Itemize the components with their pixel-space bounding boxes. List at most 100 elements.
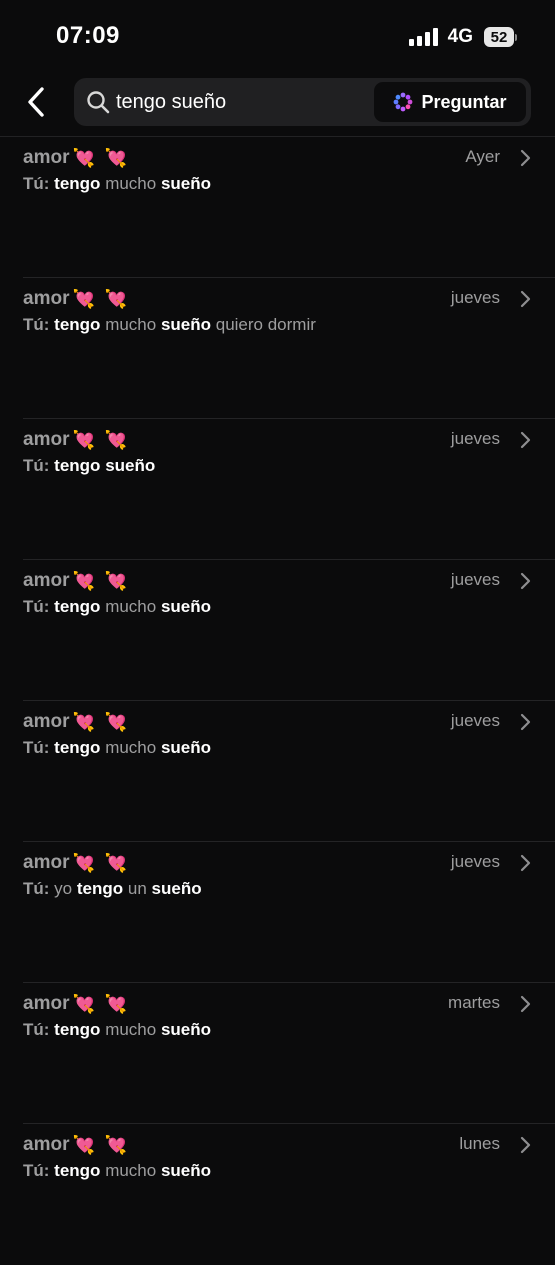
network-type: 4G: [447, 26, 473, 47]
contact-name: amor: [23, 288, 70, 309]
highlighted-match: tengo: [54, 738, 101, 757]
message-preview: Tú: yo tengo un sueño: [23, 878, 503, 900]
heart-emoji-icon: 💘 💘: [72, 993, 130, 1015]
result-date: lunes: [459, 1134, 500, 1153]
battery-level: 52: [484, 27, 514, 47]
message-text: quiero dormir: [215, 315, 316, 334]
chevron-right-icon: [520, 149, 531, 167]
search-input[interactable]: [116, 87, 366, 117]
status-time: 07:09: [56, 22, 120, 49]
message-sender: Tú:: [23, 738, 50, 757]
search-result-item[interactable]: amor 💘 💘 jueves Tú: tengo mucho sueño quier…: [0, 278, 555, 419]
chevron-right-icon: [520, 713, 531, 731]
heart-emoji-icon: 💘 💘: [72, 288, 130, 310]
message-sender: Tú:: [23, 597, 50, 616]
contact-line: amor 💘 💘: [23, 427, 129, 453]
message-text: mucho: [105, 1020, 157, 1039]
contact-name: amor: [23, 1134, 70, 1155]
highlighted-match: sueño: [160, 597, 212, 616]
result-date: jueves: [450, 570, 500, 589]
message-text: mucho: [105, 174, 157, 193]
search-result-item[interactable]: amor 💘 💘 jueves Tú: yo tengo un sueño: [0, 842, 555, 983]
search-result-item[interactable]: amor 💘 💘 lunes Tú: tengo mucho sueño: [0, 1124, 555, 1265]
heart-emoji-icon: 💘 💘: [72, 429, 130, 451]
highlighted-match: sueño: [105, 456, 156, 475]
message-sender: Tú:: [23, 315, 50, 334]
heart-emoji-icon: 💘 💘: [72, 852, 130, 874]
highlighted-match: sueño: [160, 315, 212, 334]
contact-name: amor: [23, 147, 70, 168]
search-result-item[interactable]: amor 💘 💘 jueves Tú: tengo sueño: [0, 419, 555, 560]
message-text: yo: [54, 879, 73, 898]
heart-emoji-icon: 💘 💘: [72, 1134, 130, 1156]
result-date: jueves: [450, 711, 500, 730]
highlighted-match: tengo: [54, 597, 101, 616]
contact-name: amor: [23, 429, 70, 450]
meta-ai-sparkle-icon: [394, 92, 413, 112]
highlighted-match: tengo: [54, 174, 101, 193]
message-text: mucho: [105, 738, 157, 757]
search-result-item[interactable]: amor 💘 💘 martes Tú: tengo mucho sueño: [0, 983, 555, 1124]
highlighted-match: sueño: [160, 1020, 212, 1039]
search-header: Preguntar: [0, 72, 555, 137]
result-date: Ayer: [465, 147, 500, 166]
contact-name: amor: [23, 711, 70, 732]
search-result-item[interactable]: amor 💘 💘 jueves Tú: tengo mucho sueño: [0, 560, 555, 701]
message-text: mucho: [105, 315, 157, 334]
highlighted-match: tengo: [54, 1161, 101, 1180]
ask-button[interactable]: Preguntar: [374, 82, 526, 122]
search-box[interactable]: Preguntar: [74, 78, 531, 126]
contact-line: amor 💘 💘: [23, 850, 129, 876]
highlighted-match: sueño: [160, 738, 212, 757]
highlighted-match: tengo: [54, 315, 101, 334]
contact-name: amor: [23, 993, 70, 1014]
message-sender: Tú:: [23, 1020, 50, 1039]
message-sender: Tú:: [23, 879, 50, 898]
message-text: mucho: [105, 1161, 157, 1180]
chevron-right-icon: [520, 431, 531, 449]
heart-emoji-icon: 💘 💘: [72, 570, 130, 592]
contact-name: amor: [23, 852, 70, 873]
message-sender: Tú:: [23, 1161, 50, 1180]
highlighted-match: sueño: [151, 879, 202, 898]
chevron-right-icon: [520, 572, 531, 590]
message-text: un: [127, 879, 147, 898]
contact-line: amor 💘 💘: [23, 145, 129, 171]
highlighted-match: tengo: [54, 456, 101, 475]
status-bar: 07:09 4G 52: [0, 0, 555, 72]
chevron-right-icon: [520, 1136, 531, 1154]
ask-label: Preguntar: [421, 91, 507, 112]
highlighted-match: tengo: [76, 879, 124, 898]
chevron-right-icon: [520, 854, 531, 872]
status-indicators: 4G 52: [408, 24, 517, 50]
result-date: jueves: [450, 288, 500, 307]
message-preview: Tú: tengo sueño: [23, 455, 503, 477]
contact-name: amor: [23, 570, 70, 591]
magnifying-glass-icon: [87, 91, 110, 114]
battery-cap: [515, 33, 517, 41]
highlighted-match: sueño: [160, 174, 212, 193]
contact-line: amor 💘 💘: [23, 568, 129, 594]
battery-icon: 52: [484, 27, 517, 47]
cellular-signal-icon: [408, 28, 438, 46]
message-preview: Tú: tengo mucho sueño: [23, 1019, 503, 1041]
contact-line: amor 💘 💘: [23, 286, 129, 312]
search-result-item[interactable]: amor 💘 💘 Ayer Tú: tengo mucho sueño: [0, 137, 555, 278]
contact-line: amor 💘 💘: [23, 991, 129, 1017]
result-date: jueves: [450, 852, 500, 871]
message-preview: Tú: tengo mucho sueño: [23, 737, 503, 759]
result-date: jueves: [450, 429, 500, 448]
chevron-left-icon: [28, 87, 44, 117]
message-preview: Tú: tengo mucho sueño quiero dormir: [23, 314, 503, 336]
chevron-right-icon: [520, 290, 531, 308]
search-result-item[interactable]: amor 💘 💘 jueves Tú: tengo mucho sueño: [0, 701, 555, 842]
heart-emoji-icon: 💘 💘: [72, 147, 130, 169]
heart-emoji-icon: 💘 💘: [72, 711, 130, 733]
search-results-list: amor 💘 💘 Ayer Tú: tengo mucho sueño amor 💘 💘 j…: [0, 137, 555, 1265]
result-date: martes: [448, 993, 500, 1012]
contact-line: amor 💘 💘: [23, 709, 129, 735]
highlighted-match: tengo: [54, 1020, 101, 1039]
back-button[interactable]: [18, 82, 54, 122]
message-preview: Tú: tengo mucho sueño: [23, 596, 503, 618]
message-preview: Tú: tengo mucho sueño: [23, 1160, 503, 1182]
